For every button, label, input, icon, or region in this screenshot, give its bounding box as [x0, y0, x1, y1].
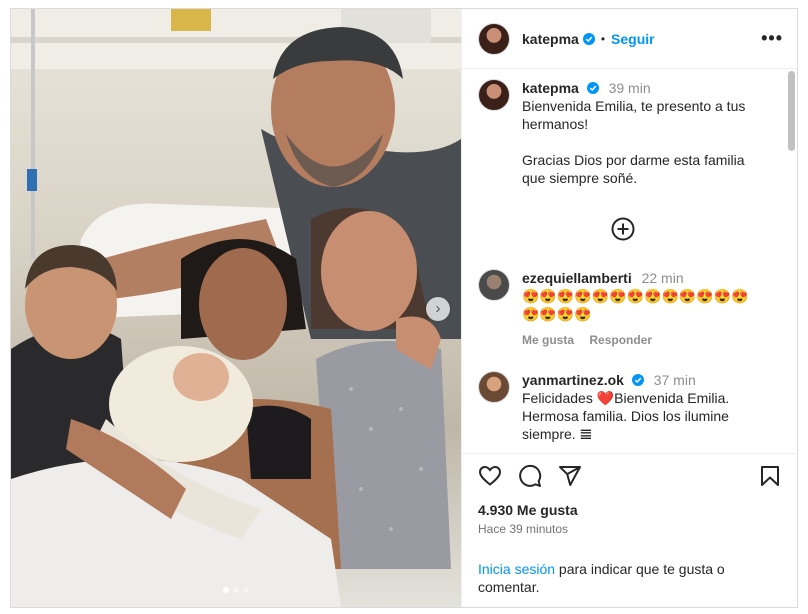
heart-icon[interactable]: [478, 464, 502, 488]
post-dialog: › katepma • Seguir ••• katepma 39 min Bi…: [10, 8, 798, 608]
avatar[interactable]: [478, 269, 510, 301]
carousel-dots: [223, 587, 249, 593]
comment-text: 😍😍😍😍😍😍😍😍😍😍😍😍😍😍😍😍😍: [522, 288, 749, 322]
bookmark-icon[interactable]: [758, 464, 782, 488]
caption-username[interactable]: katepma: [522, 80, 579, 96]
author-username[interactable]: katepma: [522, 31, 579, 47]
separator: •: [600, 31, 606, 46]
scrollbar[interactable]: [788, 71, 795, 151]
comment-icon[interactable]: [518, 464, 542, 488]
photo-illustration: [11, 9, 461, 607]
plus-circle-icon[interactable]: [611, 217, 635, 241]
carousel-dot: [233, 587, 239, 593]
comment-item: yanmartinez.ok 37 min Felicidades ❤️Bien…: [478, 371, 778, 443]
comment-time: 37 min: [653, 372, 696, 388]
post-header: katepma • Seguir •••: [462, 9, 797, 69]
carousel-dot: [243, 587, 249, 593]
avatar[interactable]: [478, 22, 510, 55]
like-comment-button[interactable]: Me gusta: [522, 333, 574, 347]
follow-button[interactable]: Seguir: [611, 31, 655, 47]
login-link[interactable]: Inicia sesión: [478, 561, 555, 577]
likes-count[interactable]: 4.930 Me gusta: [478, 502, 578, 518]
caption-text-line2: Gracias Dios por darme esta familia que …: [522, 152, 745, 186]
comment-time: 22 min: [641, 270, 684, 286]
comment-text: Felicidades ❤️Bienvenida Emilia. Hermosa…: [522, 390, 730, 442]
comment-username[interactable]: ezequiellamberti: [522, 270, 632, 286]
post-photo[interactable]: ›: [11, 9, 461, 607]
avatar[interactable]: [478, 371, 510, 403]
caption-text-line1: Bienvenida Emilia, te presento a tus her…: [522, 98, 746, 132]
comment-username[interactable]: yanmartinez.ok: [522, 372, 624, 388]
share-icon[interactable]: [558, 464, 582, 488]
next-photo-button[interactable]: ›: [426, 297, 450, 321]
post-side-panel: katepma • Seguir ••• katepma 39 min Bien…: [461, 9, 798, 607]
login-prompt: Inicia sesión para indicar que te gusta …: [478, 560, 778, 596]
comment-item: ezequiellamberti 22 min 😍😍😍😍😍😍😍😍😍😍😍😍😍😍😍😍…: [478, 269, 778, 349]
post-footer: 4.930 Me gusta Hace 39 minutos Inicia se…: [462, 453, 798, 607]
caption: katepma 39 min Bienvenida Emilia, te pre…: [478, 79, 778, 187]
comments-list[interactable]: katepma 39 min Bienvenida Emilia, te pre…: [462, 69, 798, 453]
more-options-button[interactable]: •••: [761, 28, 783, 49]
post-time[interactable]: Hace 39 minutos: [478, 522, 568, 536]
verified-badge-icon: [582, 32, 595, 45]
verified-badge-icon: [586, 82, 599, 94]
caption-time: 39 min: [608, 80, 651, 96]
action-bar: [478, 464, 782, 492]
reply-button[interactable]: Responder: [589, 333, 652, 347]
verified-badge-icon: [631, 374, 644, 386]
chevron-right-icon: ›: [435, 300, 441, 317]
carousel-dot: [223, 587, 229, 593]
avatar[interactable]: [478, 79, 510, 111]
